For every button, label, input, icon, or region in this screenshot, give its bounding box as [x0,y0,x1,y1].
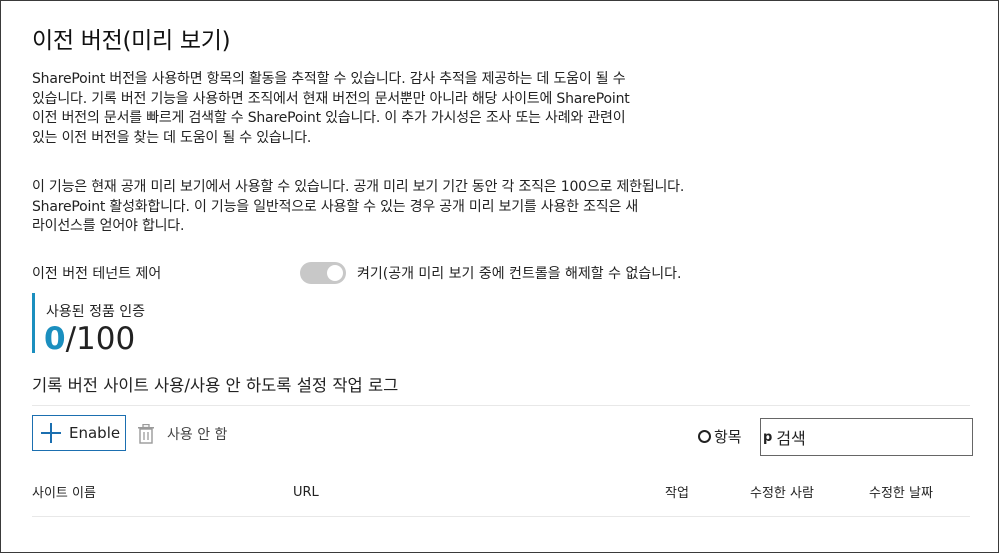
description-line: 이 기능은 현재 공개 미리 보기에서 사용할 수 있습니다. 공개 미리 보기… [32,179,685,195]
description-line: 있는 이전 버전을 찾는 데 도움이 될 수 있습니다. [32,129,312,146]
search-input[interactable]: p 검색 [760,418,973,456]
column-header-url[interactable]: URL [293,485,319,500]
license-accent-bar [32,293,35,353]
description-paragraph-1: SharePoint 버전을 사용하면 항목의 활동을 추적할 수 있습니다. … [32,70,792,148]
description-paragraph-2: 이 기능은 현재 공개 미리 보기에서 사용할 수 있습니다. 공개 미리 보기… [32,178,882,237]
plus-icon [41,423,61,443]
table-header-divider [32,516,970,517]
license-label: 사용된 정품 인증 [46,304,146,320]
description-line: 이전 버전의 문서를 빠르게 검색할 수 SharePoint 있습니다. 이 … [32,110,626,127]
enable-button[interactable]: Enable [32,415,126,451]
enable-button-label: Enable [69,424,121,442]
items-count: 항목 [698,426,742,447]
column-header-modified-date[interactable]: 수정한 날짜 [869,482,933,501]
tenant-control-status: 켜기(공개 미리 보기 중에 컨트롤을 해제할 수 없습니다. [357,266,682,282]
tenant-control-toggle[interactable] [300,262,346,284]
circle-icon [698,430,711,443]
version-history-panel: 이전 버전(미리 보기) SharePoint 버전을 사용하면 항목의 활동을… [0,0,999,553]
divider [32,405,970,406]
license-total-count: /100 [65,321,136,357]
description-line: SharePoint 활성화합니다. 이 기능을 일반적으로 사용할 수 있는 … [32,198,639,215]
trash-icon [137,423,155,444]
items-label: 항목 [714,428,742,446]
page-title: 이전 버전(미리 보기) [32,28,231,54]
description-line: 있습니다. 기록 버전 기능을 사용하면 조직에서 현재 버전의 문서뿐만 아니… [32,90,630,107]
disable-button[interactable]: 사용 안 함 [137,421,227,447]
toggle-knob [327,265,343,281]
search-icon: p [763,429,773,445]
disable-button-label: 사용 안 함 [167,427,228,443]
activity-log-title: 기록 버전 사이트 사용/사용 안 하도록 설정 작업 로그 [32,376,399,395]
license-used-count: 0 [44,321,66,357]
tenant-control-label: 이전 버전 테넌트 제어 [32,266,162,282]
description-line: SharePoint 버전을 사용하면 항목의 활동을 추적할 수 있습니다. … [32,71,626,87]
description-line: 라이선스를 얻어야 합니다. [32,218,185,235]
search-placeholder: 검색 [776,429,806,448]
column-header-site-name[interactable]: 사이트 이름 [32,482,96,501]
column-header-action[interactable]: 작업 [665,482,689,501]
license-count: 0/100 [44,321,135,357]
column-header-modified-by[interactable]: 수정한 사람 [750,482,814,501]
